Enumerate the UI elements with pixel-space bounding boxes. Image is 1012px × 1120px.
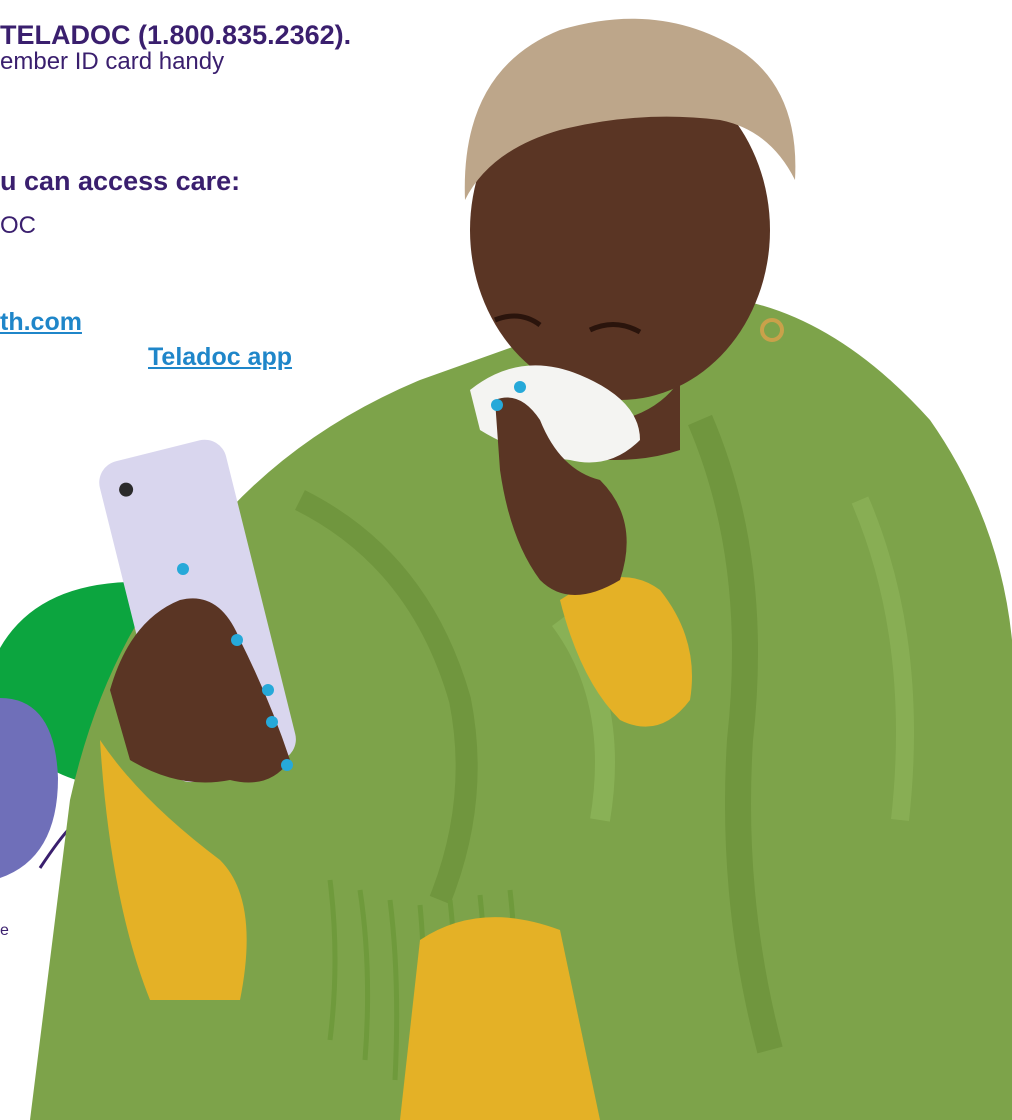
fingernail xyxy=(491,399,503,411)
fingernail xyxy=(514,381,526,393)
fingernail xyxy=(231,634,243,646)
fingernail xyxy=(177,563,189,575)
fingernail xyxy=(262,684,274,696)
person-photo xyxy=(30,18,1012,1120)
fingernail xyxy=(266,716,278,728)
fingernail xyxy=(281,759,293,771)
